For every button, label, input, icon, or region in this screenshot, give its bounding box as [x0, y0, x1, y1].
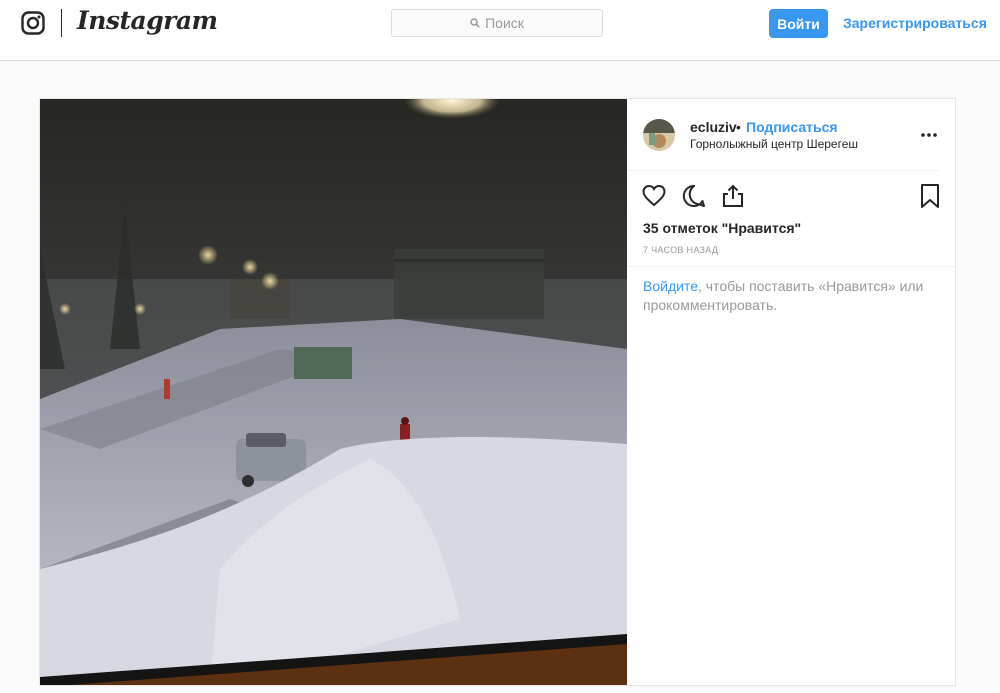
- avatar[interactable]: [643, 119, 675, 151]
- likes-count[interactable]: 35 отметок "Нравится": [643, 220, 801, 236]
- share-icon[interactable]: [720, 183, 746, 209]
- post-card: ecluziv • Подписаться Горнолыжный центр …: [39, 98, 956, 686]
- login-prompt-link[interactable]: Войдите: [643, 278, 698, 294]
- login-button[interactable]: Войти: [769, 9, 828, 38]
- post-timestamp[interactable]: 7 ЧАСОВ НАЗАД: [643, 245, 718, 255]
- search-icon: [470, 18, 480, 28]
- post-actions: [627, 183, 955, 213]
- post-sidebar: ecluziv • Подписаться Горнолыжный центр …: [627, 99, 955, 685]
- section-divider: [627, 266, 955, 267]
- heart-icon[interactable]: [641, 183, 667, 209]
- top-navigation-bar: Instagram Поиск Войти Зарегистрироваться: [0, 0, 1000, 61]
- search-input[interactable]: Поиск: [391, 9, 603, 37]
- logo-divider: [61, 9, 62, 37]
- avatar-image: [643, 119, 675, 151]
- follow-button[interactable]: Подписаться: [746, 119, 838, 135]
- register-link[interactable]: Зарегистрироваться: [843, 15, 987, 31]
- instagram-glyph-icon[interactable]: [21, 11, 45, 35]
- location-link[interactable]: Горнолыжный центр Шерегеш: [690, 137, 858, 151]
- bookmark-icon[interactable]: [917, 183, 943, 209]
- more-options-icon[interactable]: [919, 127, 939, 143]
- instagram-wordmark[interactable]: Instagram: [77, 6, 218, 35]
- snowy-night-scene-image: [40, 99, 627, 685]
- search-placeholder: Поиск: [485, 15, 524, 31]
- post-header: ecluziv • Подписаться Горнолыжный центр …: [627, 99, 939, 171]
- separator-dot: •: [736, 119, 741, 135]
- username-link[interactable]: ecluziv: [690, 119, 737, 135]
- post-photo[interactable]: [40, 99, 627, 685]
- login-prompt: Войдите, чтобы поставить «Нравится» или …: [643, 277, 939, 315]
- comment-icon[interactable]: [681, 183, 707, 209]
